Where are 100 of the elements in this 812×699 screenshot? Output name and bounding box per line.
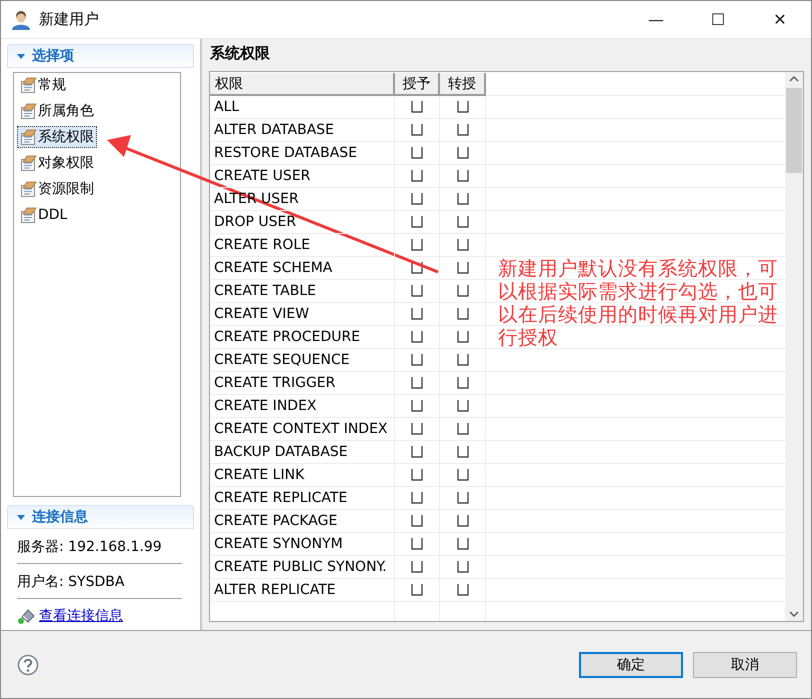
checkbox[interactable] [456, 147, 468, 159]
dialog-button[interactable]: 取消 [693, 652, 797, 678]
checkbox[interactable] [411, 170, 423, 182]
maximize-button[interactable]: ☐ [687, 1, 749, 38]
sidebar-item[interactable]: 对象权限 [17, 152, 97, 174]
checkbox[interactable] [456, 584, 468, 596]
column-header[interactable]: 授予 [395, 73, 440, 96]
privilege-cell: CREATE INDEX [210, 395, 395, 418]
checkbox[interactable] [456, 354, 468, 366]
page-icon [20, 154, 37, 172]
checkbox[interactable] [411, 239, 423, 251]
scrollbar-thumb[interactable] [786, 88, 802, 173]
sidebar-item[interactable]: 常规 [17, 74, 69, 96]
privilege-cell: DROP USER [210, 211, 395, 234]
privilege-cell: CREATE REPLICATE [210, 487, 395, 510]
checkbox[interactable] [456, 469, 468, 481]
checkbox[interactable] [411, 423, 423, 435]
checkbox[interactable] [456, 331, 468, 343]
privilege-cell: CREATE CONTEXT INDEX [210, 418, 395, 441]
checkbox[interactable] [411, 515, 423, 527]
minimize-button[interactable]: — [625, 1, 687, 38]
privilege-cell: ALTER DATABASE [210, 119, 395, 142]
page-icon [20, 76, 37, 94]
annotation-note: 新建用户默认没有系统权限，可以根据实际需求进行勾选，也可以在后续使用的时候再对用户进行授权 [498, 257, 779, 349]
checkbox[interactable] [456, 538, 468, 550]
scroll-up-icon[interactable] [788, 74, 800, 84]
checkbox[interactable] [456, 400, 468, 412]
window-title: 新建用户 [39, 10, 99, 29]
checkbox[interactable] [411, 216, 423, 228]
column-header[interactable]: 权限 [210, 73, 395, 96]
checkbox[interactable] [411, 124, 423, 136]
connection-info-link[interactable]: 查看连接信息 [39, 607, 123, 625]
checkbox[interactable] [456, 262, 468, 274]
checkbox[interactable] [456, 193, 468, 205]
checkbox[interactable] [456, 216, 468, 228]
panel-title: 系统权限 [210, 44, 270, 63]
checkbox[interactable] [411, 193, 423, 205]
privilege-cell: CREATE PACKAGE [210, 510, 395, 533]
checkbox[interactable] [411, 538, 423, 550]
checkbox[interactable] [456, 124, 468, 136]
checkbox[interactable] [456, 377, 468, 389]
section-header[interactable]: 选择项 [7, 44, 194, 68]
server-text: 服务器: 192.168.1.99 [17, 538, 162, 556]
column-header[interactable]: 转授 [440, 73, 486, 96]
close-button[interactable]: ✕ [749, 1, 811, 38]
checkbox[interactable] [456, 561, 468, 573]
checkbox[interactable] [411, 561, 423, 573]
checkbox[interactable] [456, 170, 468, 182]
privilege-cell: ALTER REPLICATE [210, 579, 395, 602]
checkbox[interactable] [456, 101, 468, 113]
checkbox[interactable] [411, 377, 423, 389]
scroll-down-icon[interactable] [788, 609, 800, 619]
connection-icon [17, 608, 35, 624]
username-text: 用户名: SYSDBA [17, 573, 124, 591]
sidebar-item[interactable]: DDL [17, 204, 70, 226]
page-icon [20, 102, 37, 120]
privilege-cell: CREATE ROLE [210, 234, 395, 257]
privilege-cell: CREATE LINK [210, 464, 395, 487]
privilege-cell: CREATE PROCEDURE [210, 326, 395, 349]
privilege-cell: CREATE TABLE [210, 280, 395, 303]
page-icon [20, 128, 37, 146]
privilege-cell: CREATE VIEW [210, 303, 395, 326]
collapse-icon [16, 512, 26, 522]
privilege-cell: RESTORE DATABASE [210, 142, 395, 165]
privilege-cell: BACKUP DATABASE [210, 441, 395, 464]
checkbox[interactable] [411, 285, 423, 297]
checkbox[interactable] [456, 423, 468, 435]
checkbox[interactable] [411, 492, 423, 504]
sidebar-item[interactable]: 所属角色 [17, 100, 97, 122]
sidebar-item[interactable]: 系统权限 [17, 126, 97, 148]
dialog-button[interactable]: 确定 [579, 652, 683, 678]
checkbox[interactable] [411, 400, 423, 412]
sidebar-item[interactable]: 资源限制 [17, 178, 97, 200]
checkbox[interactable] [411, 446, 423, 458]
privilege-cell: ALL [210, 96, 395, 119]
checkbox[interactable] [456, 515, 468, 527]
privilege-cell: CREATE TRIGGER [210, 372, 395, 395]
help-icon[interactable] [17, 654, 39, 676]
page-icon [20, 180, 37, 198]
checkbox[interactable] [456, 285, 468, 297]
checkbox[interactable] [456, 308, 468, 320]
checkbox[interactable] [411, 469, 423, 481]
privilege-cell: CREATE SEQUENCE [210, 349, 395, 372]
privilege-cell: CREATE SCHEMA [210, 257, 395, 280]
checkbox[interactable] [456, 492, 468, 504]
checkbox[interactable] [456, 446, 468, 458]
privilege-cell: CREATE SYNONYM [210, 533, 395, 556]
user-icon [11, 10, 31, 30]
checkbox[interactable] [411, 331, 423, 343]
checkbox[interactable] [411, 354, 423, 366]
checkbox[interactable] [411, 262, 423, 274]
privilege-cell: ALTER USER [210, 188, 395, 211]
checkbox[interactable] [456, 239, 468, 251]
checkbox[interactable] [411, 308, 423, 320]
collapse-icon [16, 51, 26, 61]
checkbox[interactable] [411, 101, 423, 113]
checkbox[interactable] [411, 584, 423, 596]
section-header[interactable]: 连接信息 [7, 505, 194, 529]
checkbox[interactable] [411, 147, 423, 159]
page-icon [20, 206, 37, 224]
